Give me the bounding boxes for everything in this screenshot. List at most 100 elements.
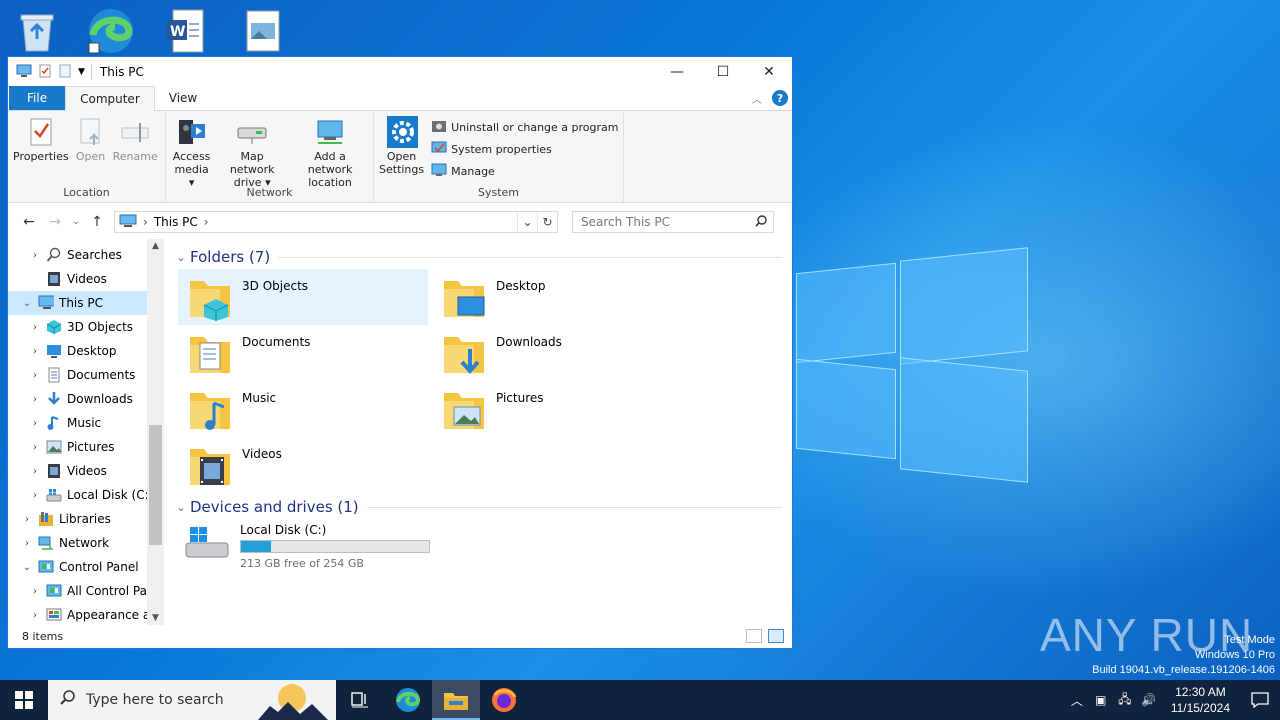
nav-item-libraries[interactable]: › Libraries <box>8 507 164 531</box>
expand-chevron-icon[interactable]: › <box>28 370 42 381</box>
nav-item-music[interactable]: › Music <box>8 411 164 435</box>
clock[interactable]: 12:30 AM 11/15/2024 <box>1161 684 1240 716</box>
nav-item-pictures[interactable]: › Pictures <box>8 435 164 459</box>
large-icons-view-icon[interactable] <box>768 629 784 643</box>
file-explorer-taskbar-button[interactable] <box>432 680 480 720</box>
drives-section-header[interactable]: ⌄ Devices and drives (1) <box>174 495 792 519</box>
collapse-chevron-icon[interactable]: ⌄ <box>20 562 34 573</box>
folder-documents[interactable]: Documents <box>178 325 428 381</box>
properties-label: Properties <box>13 150 69 163</box>
collapse-chevron-icon[interactable]: ⌄ <box>174 501 188 514</box>
nav-item-3d-objects[interactable]: › 3D Objects <box>8 315 164 339</box>
folder-downloads[interactable]: Downloads <box>432 325 682 381</box>
word-document-icon[interactable]: W <box>160 6 210 56</box>
edge-taskbar-button[interactable] <box>384 680 432 720</box>
clock-time: 12:30 AM <box>1175 685 1226 699</box>
folder-videos[interactable]: Videos <box>178 437 428 493</box>
uninstall-program-button[interactable]: Uninstall or change a program <box>431 118 619 136</box>
expand-chevron-icon[interactable]: › <box>28 418 42 429</box>
expand-chevron-icon[interactable]: › <box>28 586 42 597</box>
nav-scrollbar[interactable]: ▲ ▼ <box>147 239 164 625</box>
scroll-thumb[interactable] <box>149 425 162 545</box>
collapse-ribbon-chevron-icon[interactable]: ︿ <box>752 91 762 106</box>
recent-locations-chevron-icon[interactable]: ⌄ <box>70 217 82 227</box>
nav-item-network[interactable]: › Network <box>8 531 164 555</box>
task-view-button[interactable] <box>336 680 384 720</box>
expand-chevron-icon[interactable]: › <box>28 322 42 333</box>
content-pane: ⌄ Folders (7) 3D Objects Desktop Documents… <box>164 239 792 625</box>
expand-chevron-icon[interactable]: › <box>28 466 42 477</box>
nav-item-this-pc[interactable]: ⌄ This PC <box>8 291 164 315</box>
help-icon[interactable]: ? <box>772 90 788 106</box>
manage-button[interactable]: Manage <box>431 162 618 180</box>
details-view-icon[interactable] <box>746 629 762 643</box>
tab-view[interactable]: View <box>155 86 211 110</box>
breadcrumb-separator[interactable]: › <box>143 215 148 229</box>
tab-file[interactable]: File <box>9 86 66 110</box>
search-box[interactable]: Search This PC <box>572 211 774 233</box>
expand-chevron-icon[interactable]: › <box>28 394 42 405</box>
expand-chevron-icon[interactable]: › <box>28 490 42 501</box>
nav-item-control-panel[interactable]: ⌄ Control Panel <box>8 555 164 579</box>
forward-arrow-icon[interactable]: → <box>44 214 66 230</box>
nav-item-local-disk-c[interactable]: › Local Disk (C:) <box>8 483 164 507</box>
nav-item-documents[interactable]: › Documents <box>8 363 164 387</box>
properties-quick-icon[interactable] <box>38 64 52 81</box>
show-hidden-icons-chevron-icon[interactable]: ︿ <box>1065 692 1089 709</box>
recycle-bin-icon[interactable] <box>12 6 62 56</box>
expand-chevron-icon[interactable]: › <box>20 538 34 549</box>
folder-pictures[interactable]: Pictures <box>432 381 682 437</box>
firefox-taskbar-button[interactable] <box>480 680 528 720</box>
start-button[interactable] <box>0 680 48 720</box>
tab-computer[interactable]: Computer <box>65 86 155 111</box>
nav-item-downloads[interactable]: › Downloads <box>8 387 164 411</box>
expand-chevron-icon[interactable]: › <box>28 442 42 453</box>
local-disk-c-item[interactable]: Local Disk (C:) 213 GB free of 254 GB <box>184 523 792 570</box>
system-properties-button[interactable]: System properties <box>431 140 618 158</box>
nav-item-desktop[interactable]: › Desktop <box>8 339 164 363</box>
open-icon <box>75 114 107 150</box>
collapse-chevron-icon[interactable]: ⌄ <box>174 251 188 264</box>
folder-3d-objects[interactable]: 3D Objects <box>178 269 428 325</box>
up-arrow-icon[interactable]: ↑ <box>86 214 108 230</box>
volume-icon[interactable]: 🔊 <box>1137 693 1161 707</box>
edge-shortcut-icon[interactable] <box>86 6 136 56</box>
action-center-button[interactable] <box>1240 692 1280 708</box>
scroll-up-arrow-icon[interactable]: ▲ <box>147 241 164 251</box>
title-bar[interactable]: ▼ This PC — ☐ ✕ <box>8 57 792 87</box>
customize-toolbar-chevron-icon[interactable]: ▼ <box>78 67 85 77</box>
minimize-button[interactable]: — <box>654 57 700 87</box>
location-group: Properties Open Rename Location <box>8 111 166 202</box>
status-bar: 8 items <box>8 624 792 648</box>
scroll-down-arrow-icon[interactable]: ▼ <box>147 613 164 623</box>
folders-section-header[interactable]: ⌄ Folders (7) <box>174 245 792 269</box>
network-status-icon[interactable]: 🖧 <box>1113 690 1137 711</box>
nav-item-videos[interactable]: Videos <box>8 267 164 291</box>
close-button[interactable]: ✕ <box>746 57 792 87</box>
nav-item-all-control-par[interactable]: › All Control Par <box>8 579 164 603</box>
nav-item-videos[interactable]: › Videos <box>8 459 164 483</box>
taskbar-search-box[interactable]: Type here to search <box>48 680 336 720</box>
back-arrow-icon[interactable]: ← <box>18 214 40 230</box>
expand-chevron-icon[interactable]: › <box>20 514 34 525</box>
watermark-line-2: Windows 10 Pro <box>1194 649 1275 661</box>
nav-item-label: Libraries <box>59 512 111 526</box>
folder-music[interactable]: Music <box>178 381 428 437</box>
nav-item-searches[interactable]: › Searches <box>8 243 164 267</box>
breadcrumb-separator-end[interactable]: › <box>204 215 209 229</box>
open-label: Open <box>75 150 106 163</box>
address-dropdown-chevron-icon[interactable]: ⌄ <box>517 212 537 232</box>
refresh-icon[interactable]: ↻ <box>537 212 557 232</box>
folder-desktop[interactable]: Desktop <box>432 269 682 325</box>
expand-chevron-icon[interactable]: › <box>28 610 42 621</box>
new-folder-quick-icon[interactable] <box>58 64 72 81</box>
expand-chevron-icon[interactable]: › <box>28 250 42 261</box>
device-icon[interactable]: ▣ <box>1089 693 1113 707</box>
nav-item-label: All Control Par <box>67 584 152 598</box>
collapse-chevron-icon[interactable]: ⌄ <box>20 298 34 309</box>
image-file-icon[interactable] <box>238 6 288 56</box>
breadcrumb-this-pc[interactable]: This PC <box>154 215 198 229</box>
expand-chevron-icon[interactable]: › <box>28 346 42 357</box>
maximize-button[interactable]: ☐ <box>700 57 746 87</box>
address-box[interactable]: › This PC › ⌄ ↻ <box>114 211 558 233</box>
